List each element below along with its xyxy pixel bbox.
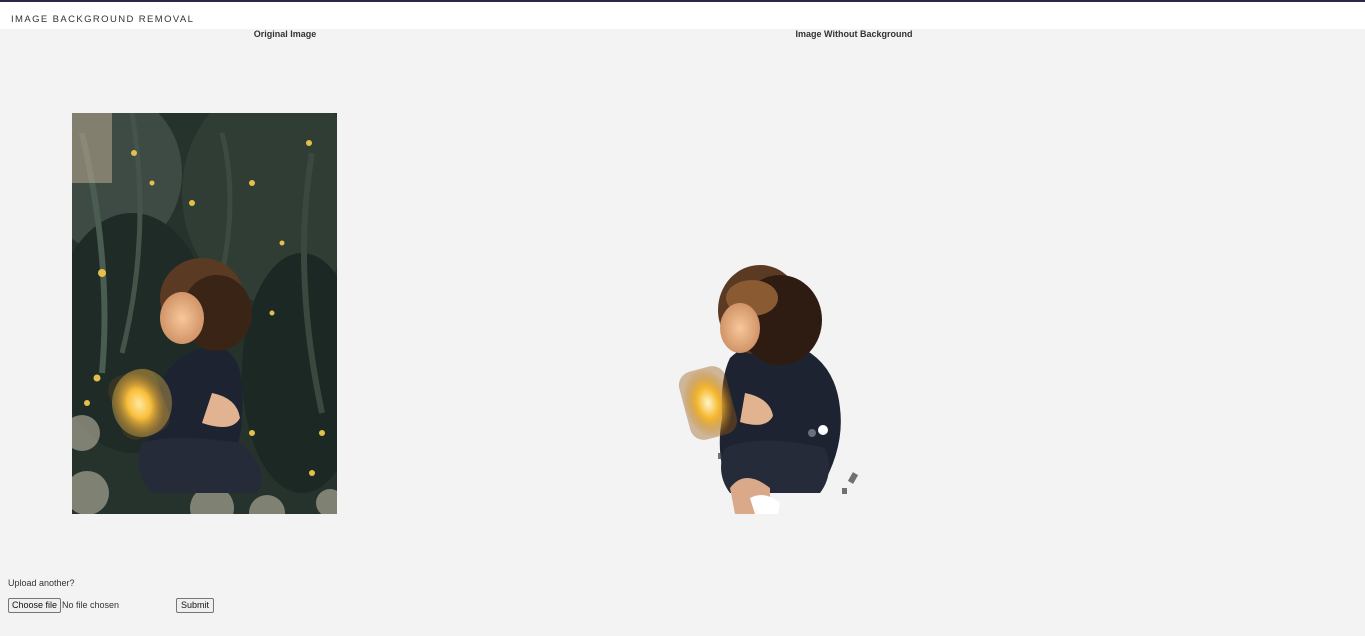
file-status-text: No file chosen xyxy=(62,600,120,610)
submit-button[interactable]: Submit xyxy=(176,598,215,613)
choose-file-button[interactable]: Choose file xyxy=(8,598,62,613)
original-image xyxy=(72,113,337,514)
original-image-title: Original Image xyxy=(253,29,317,39)
navbar: IMAGE BACKGROUND REMOVAL xyxy=(0,2,1365,29)
background-removed-image xyxy=(670,258,870,514)
app-title[interactable]: IMAGE BACKGROUND REMOVAL xyxy=(11,14,194,25)
upload-prompt: Upload another? xyxy=(8,578,75,588)
result-image-title: Image Without Background xyxy=(795,29,913,39)
